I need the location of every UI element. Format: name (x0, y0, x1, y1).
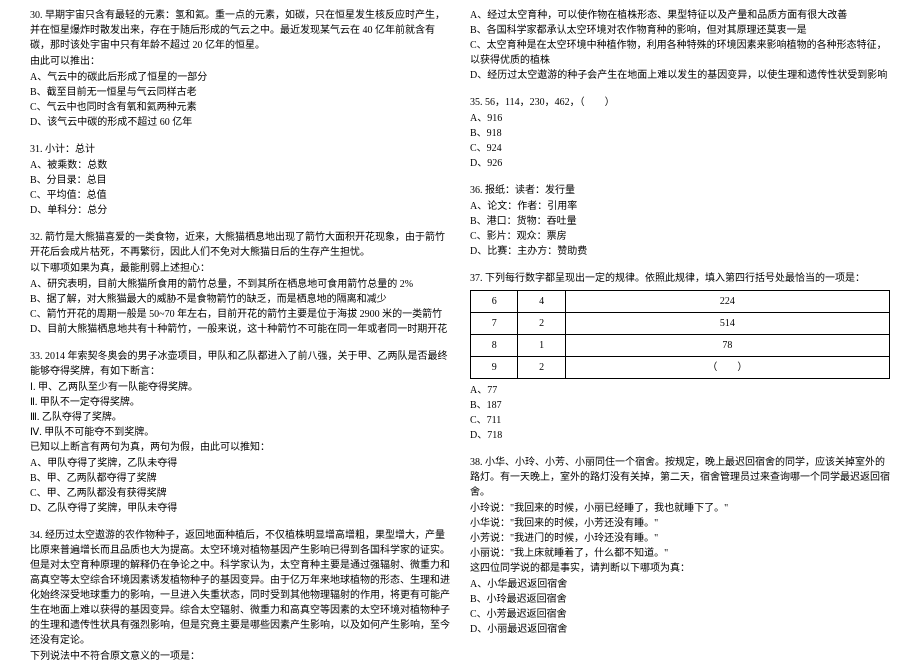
q33-opt-d: D、乙队夺得了奖牌，甲队未夺得 (30, 501, 450, 516)
q30-opt-a: A、气云中的碳此后形成了恒星的一部分 (30, 70, 450, 85)
q32-opt-b: B、据了解，对大熊猫最大的威胁不是食物箭竹的缺乏，而是栖息地的隔离和减少 (30, 292, 450, 307)
q34-stem: 34. 经历过太空遨游的农作物种子，返回地面种植后，不仅植株明显增高增粗，果型增… (30, 528, 450, 648)
q38-lead: 这四位同学说的都是事实，请判断以下哪项为真： (470, 561, 890, 576)
q38-opt-b: B、小玲最迟返回宿舍 (470, 592, 890, 607)
q37-table: 6 4 224 7 2 514 8 1 78 9 2 （ ） (470, 290, 890, 379)
q35-opt-a: A、916 (470, 111, 890, 126)
q37-opt-a: A、77 (470, 383, 890, 398)
question-36: 36. 报纸：读者：发行量 A、论文：作者：引用率 B、港口：货物：吞吐量 C、… (470, 183, 890, 259)
left-column: 30. 早期宇宙只含有最轻的元素：氢和氦。重一点的元素，如碳，只在恒星发生核反应… (20, 8, 460, 643)
cell: 9 (471, 357, 518, 379)
q31-opt-a: A、被乘数：总数 (30, 158, 450, 173)
question-34-cont: A、经过太空育种，可以使作物在植株形态、果型特征以及产量和品质方面有很大改善 B… (470, 8, 890, 83)
right-column: A、经过太空育种，可以使作物在植株形态、果型特征以及产量和品质方面有很大改善 B… (460, 8, 900, 643)
q33-s2: Ⅱ. 甲队不一定夺得奖牌。 (30, 395, 450, 410)
table-row: 6 4 224 (471, 291, 890, 313)
q30-opt-d: D、该气云中碳的形成不超过 60 亿年 (30, 115, 450, 130)
table-row: 9 2 （ ） (471, 357, 890, 379)
q33-opt-a: A、甲队夺得了奖牌，乙队未夺得 (30, 456, 450, 471)
question-34: 34. 经历过太空遨游的农作物种子，返回地面种植后，不仅植株明显增高增粗，果型增… (30, 528, 450, 664)
cell: 78 (565, 335, 889, 357)
question-38: 38. 小华、小玲、小芳、小丽同住一个宿舍。按规定，晚上最迟回宿舍的同学，应该关… (470, 455, 890, 637)
q36-opt-d: D、比赛：主办方：赞助费 (470, 244, 890, 259)
table-row: 7 2 514 (471, 313, 890, 335)
q38-opt-c: C、小芳最迟返回宿舍 (470, 607, 890, 622)
cell: 224 (565, 291, 889, 313)
q33-s4: Ⅳ. 甲队不可能夺不到奖牌。 (30, 425, 450, 440)
q32-stem: 32. 箭竹是大熊猫喜爱的一类食物，近来，大熊猫栖息地出现了箭竹大面积开花现象，… (30, 230, 450, 260)
q33-s1: Ⅰ. 甲、乙两队至少有一队能夺得奖牌。 (30, 380, 450, 395)
cell: 6 (471, 291, 518, 313)
q38-l2: 小华说："我回来的时候，小芳还没有睡。" (470, 516, 890, 531)
question-31: 31. 小计：总计 A、被乘数：总数 B、分目录：总目 C、平均值：总值 D、单… (30, 142, 450, 218)
cell: （ ） (565, 357, 889, 379)
question-30: 30. 早期宇宙只含有最轻的元素：氢和氦。重一点的元素，如碳，只在恒星发生核反应… (30, 8, 450, 130)
cell: 2 (518, 357, 565, 379)
q32-opt-a: A、研究表明，目前大熊猫所食用的箭竹总量，不到其所在栖息地可食用箭竹总量的 2% (30, 277, 450, 292)
q36-opt-c: C、影片：观众：票房 (470, 229, 890, 244)
q38-stem: 38. 小华、小玲、小芳、小丽同住一个宿舍。按规定，晚上最迟回宿舍的同学，应该关… (470, 455, 890, 500)
q31-opt-d: D、单科分：总分 (30, 203, 450, 218)
q34-lead: 下列说法中不符合原文意义的一项是： (30, 649, 450, 664)
question-32: 32. 箭竹是大熊猫喜爱的一类食物，近来，大熊猫栖息地出现了箭竹大面积开花现象，… (30, 230, 450, 337)
q37-stem: 37. 下列每行数字都呈现出一定的规律。依照此规律，填入第四行括号处最恰当的一项… (470, 271, 890, 286)
q34-opt-b: B、各国科学家都承认太空环境对农作物育种的影响，但对其原理还莫衷一是 (470, 23, 890, 38)
q35-opt-b: B、918 (470, 126, 890, 141)
q32-opt-d: D、目前大熊猫栖息地共有十种箭竹，一般来说，这十种箭竹不可能在同一年或者同一时期… (30, 322, 450, 337)
cell: 1 (518, 335, 565, 357)
q35-opt-c: C、924 (470, 141, 890, 156)
q37-opt-c: C、711 (470, 413, 890, 428)
q33-opt-c: C、甲、乙两队都没有获得奖牌 (30, 486, 450, 501)
q33-lead: 已知以上断言有两句为真，两句为假，由此可以推知： (30, 440, 450, 455)
q31-stem: 31. 小计：总计 (30, 142, 450, 157)
q34-opt-a: A、经过太空育种，可以使作物在植株形态、果型特征以及产量和品质方面有很大改善 (470, 8, 890, 23)
cell: 4 (518, 291, 565, 313)
cell: 7 (471, 313, 518, 335)
cell: 2 (518, 313, 565, 335)
q36-stem: 36. 报纸：读者：发行量 (470, 183, 890, 198)
q32-lead: 以下哪项如果为真，最能削弱上述担心： (30, 261, 450, 276)
q36-opt-b: B、港口：货物：吞吐量 (470, 214, 890, 229)
question-37: 37. 下列每行数字都呈现出一定的规律。依照此规律，填入第四行括号处最恰当的一项… (470, 271, 890, 443)
q38-l1: 小玲说："我回来的时候，小丽已经睡了，我也就睡下了。" (470, 501, 890, 516)
q33-stem: 33. 2014 年索契冬奥会的男子冰壶项目，甲队和乙队都进入了前八强，关于甲、… (30, 349, 450, 379)
cell: 8 (471, 335, 518, 357)
q38-opt-d: D、小丽最迟返回宿舍 (470, 622, 890, 637)
cell: 514 (565, 313, 889, 335)
q34-opt-d: D、经历过太空遨游的种子会产生在地面上难以发生的基因变异，以使生理和遗传性状受到… (470, 68, 890, 83)
q30-stem: 30. 早期宇宙只含有最轻的元素：氢和氦。重一点的元素，如碳，只在恒星发生核反应… (30, 8, 450, 53)
q36-opt-a: A、论文：作者：引用率 (470, 199, 890, 214)
q37-opt-b: B、187 (470, 398, 890, 413)
q30-opt-c: C、气云中也同时含有氧和氦两种元素 (30, 100, 450, 115)
q35-opt-d: D、926 (470, 156, 890, 171)
q34-opt-c: C、太空育种是在太空环境中种植作物，利用各种特殊的环境因素来影响植物的各种形态特… (470, 38, 890, 68)
q38-l4: 小丽说："我上床就睡着了，什么都不知道。" (470, 546, 890, 561)
q38-l3: 小芳说："我进门的时候，小玲还没有睡。" (470, 531, 890, 546)
q38-opt-a: A、小华最迟返回宿舍 (470, 577, 890, 592)
table-row: 8 1 78 (471, 335, 890, 357)
q30-opt-b: B、截至目前无一恒星与气云同样古老 (30, 85, 450, 100)
q33-s3: Ⅲ. 乙队夺得了奖牌。 (30, 410, 450, 425)
q37-opt-d: D、718 (470, 428, 890, 443)
question-33: 33. 2014 年索契冬奥会的男子冰壶项目，甲队和乙队都进入了前八强，关于甲、… (30, 349, 450, 516)
q31-opt-c: C、平均值：总值 (30, 188, 450, 203)
q35-stem: 35. 56，114，230，462，（ ） (470, 95, 890, 110)
q30-lead: 由此可以推出： (30, 54, 450, 69)
q31-opt-b: B、分目录：总目 (30, 173, 450, 188)
question-35: 35. 56，114，230，462，（ ） A、916 B、918 C、924… (470, 95, 890, 171)
q32-opt-c: C、箭竹开花的周期一般是 50~70 年左右，目前开花的箭竹主要是位于海拔 29… (30, 307, 450, 322)
q33-opt-b: B、甲、乙两队都夺得了奖牌 (30, 471, 450, 486)
